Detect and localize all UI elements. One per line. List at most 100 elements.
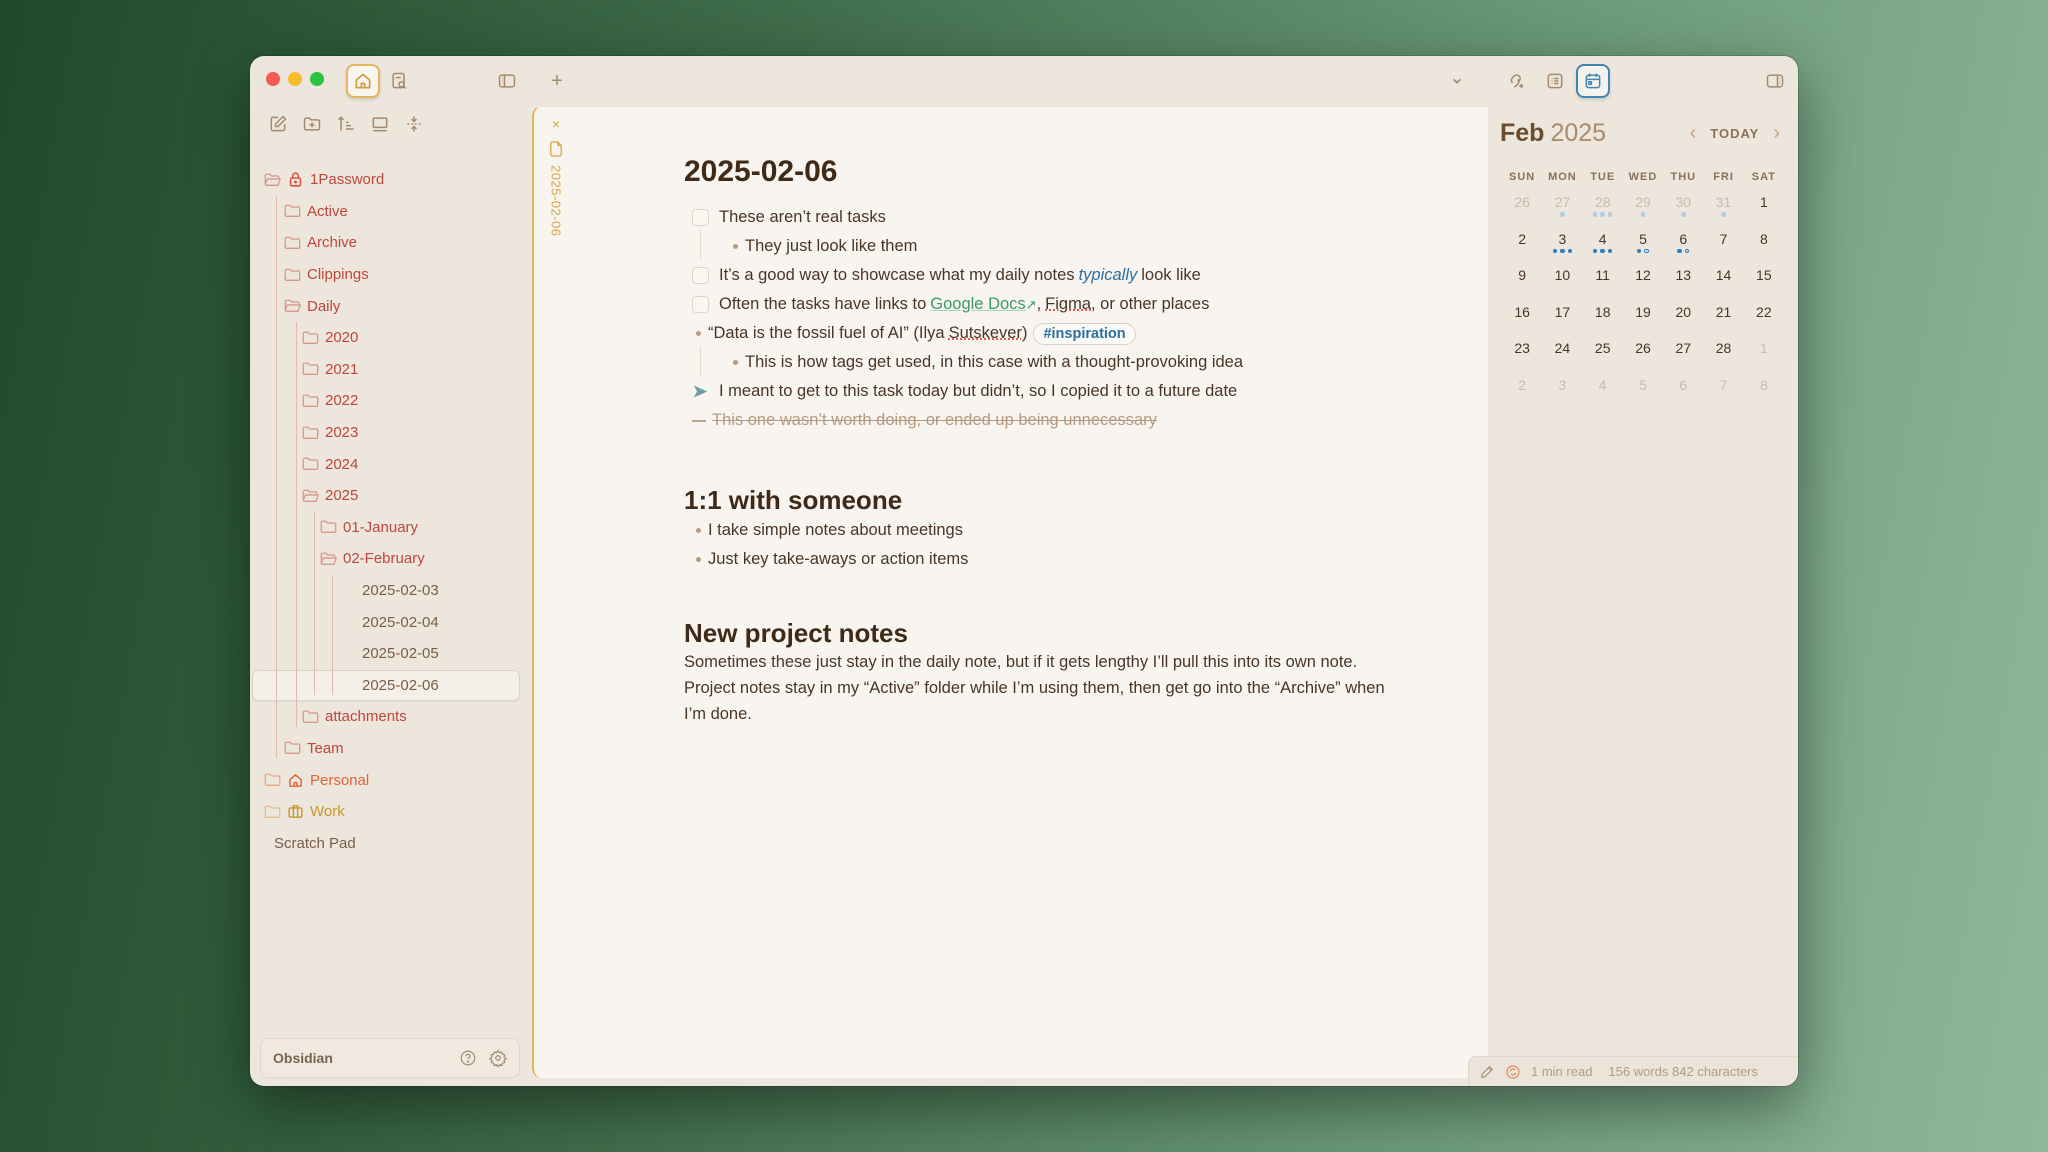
folder-item[interactable]: 2024 [264,448,520,480]
inspiration-tag[interactable]: #inspiration [1033,322,1136,345]
calendar-day[interactable]: 1 [1744,334,1784,371]
new-tab-button[interactable]: + [540,64,574,98]
calendar-day[interactable]: 18 [1583,298,1623,335]
folder-item[interactable]: Personal [264,764,520,796]
calendar-day[interactable]: 11 [1583,261,1623,298]
calendar-day[interactable]: 10 [1542,261,1582,298]
toggle-left-sidebar-button[interactable] [490,64,524,98]
backlinks-button[interactable] [1498,64,1532,98]
outline-button[interactable] [1538,64,1572,98]
folder-item[interactable]: 02-February [264,543,520,575]
chevron-left-icon[interactable]: ‹ [1690,122,1697,145]
calendar-day[interactable]: 19 [1623,298,1663,335]
calendar-day[interactable]: 27 [1542,188,1582,225]
vault-switcher[interactable]: Obsidian [273,1050,447,1066]
note-content[interactable]: 2025-02-06 These aren’t real tasks They … [684,155,1404,727]
calendar-day[interactable]: 9 [1502,261,1542,298]
calendar-day[interactable]: 27 [1663,334,1703,371]
new-folder-icon[interactable] [302,114,322,134]
calendar-day[interactable]: 2 [1502,225,1542,262]
home-button[interactable] [346,64,380,98]
calendar-day[interactable]: 7 [1703,225,1743,262]
file-item[interactable]: 2025-02-06 [252,669,520,702]
calendar-day[interactable]: 12 [1623,261,1663,298]
file-item[interactable]: 2025-02-05 [264,638,520,670]
close-tab-button[interactable]: × [552,117,560,131]
folder-item[interactable]: Clippings [264,259,520,291]
collapse-all-icon[interactable] [404,114,424,134]
chevron-right-icon[interactable]: › [1773,122,1780,145]
folder-item[interactable]: Team [264,733,520,765]
calendar-day[interactable]: 26 [1623,334,1663,371]
calendar-day[interactable]: 30 [1663,188,1703,225]
folder-item[interactable]: attachments [264,701,520,733]
sort-icon[interactable] [336,114,356,134]
folder-item[interactable]: Work [264,796,520,828]
folder-item[interactable]: 2025 [264,480,520,512]
calendar-day[interactable]: 26 [1502,188,1542,225]
folder-item[interactable]: Active [264,196,520,228]
task-checkbox[interactable] [692,296,709,313]
help-icon[interactable] [459,1049,477,1067]
today-button[interactable]: TODAY [1710,126,1759,141]
calendar-day[interactable]: 14 [1703,261,1743,298]
window-minimize-button[interactable] [288,72,302,86]
toggle-right-sidebar-button[interactable] [1758,64,1792,98]
folder-item[interactable]: Daily [264,290,520,322]
calendar-day[interactable]: 4 [1583,371,1623,408]
calendar-day[interactable]: 28 [1703,334,1743,371]
figma-link[interactable]: Figma [1045,295,1091,314]
window-close-button[interactable] [266,72,280,86]
new-note-icon[interactable] [268,114,288,134]
file-item[interactable]: 2025-02-03 [264,575,520,607]
calendar-day[interactable]: 5 [1623,371,1663,408]
calendar-day[interactable]: 13 [1663,261,1703,298]
calendar-day[interactable]: 31 [1703,188,1743,225]
search-note-button[interactable] [382,64,416,98]
pencil-icon[interactable] [1479,1064,1495,1080]
collapse-view-icon[interactable] [370,114,390,134]
file-item[interactable]: 2025-02-04 [264,606,520,638]
forwarded-arrow-icon[interactable] [692,383,709,400]
calendar-button[interactable] [1576,64,1610,98]
calendar-day[interactable]: 7 [1703,371,1743,408]
folder-item[interactable]: 2022 [264,385,520,417]
calendar-day[interactable]: 6 [1663,371,1703,408]
gear-icon[interactable] [489,1049,507,1067]
calendar-day[interactable]: 28 [1583,188,1623,225]
calendar-day[interactable]: 8 [1744,225,1784,262]
window-maximize-button[interactable] [310,72,324,86]
calendar-day[interactable]: 20 [1663,298,1703,335]
calendar-day[interactable]: 22 [1744,298,1784,335]
calendar-day[interactable]: 3 [1542,225,1582,262]
folder-item[interactable]: 2020 [264,322,520,354]
calendar-day[interactable]: 2 [1502,371,1542,408]
calendar-day[interactable]: 8 [1744,371,1784,408]
calendar-day[interactable]: 5 [1623,224,1663,262]
folder-item[interactable]: 1Password [264,164,520,196]
calendar-day[interactable]: 17 [1542,298,1582,335]
task-checkbox[interactable] [692,267,709,284]
folder-item[interactable]: Archive [264,227,520,259]
note-title[interactable]: 2025-02-06 [684,155,1404,189]
calendar-day[interactable]: 21 [1703,298,1743,335]
stacked-tab[interactable]: × 2025-02-06 [546,113,566,237]
calendar-day[interactable]: 24 [1542,334,1582,371]
folder-item[interactable]: 2021 [264,354,520,386]
task-checkbox[interactable] [692,209,709,226]
tab-list-button[interactable] [1440,64,1474,98]
folder-item[interactable]: 2023 [264,417,520,449]
calendar-day[interactable]: 3 [1542,371,1582,408]
folder-item[interactable]: 01-January [264,512,520,544]
cancelled-dash-icon[interactable] [692,419,706,422]
calendar-day[interactable]: 16 [1502,298,1542,335]
calendar-day-today[interactable]: 6 [1663,224,1703,262]
calendar-day[interactable]: 4 [1583,225,1623,262]
google-docs-link[interactable]: Google Docs [930,295,1025,314]
calendar-day[interactable]: 23 [1502,334,1542,371]
calendar-day[interactable]: 1 [1744,188,1784,225]
calendar-day[interactable]: 29 [1623,188,1663,225]
file-item[interactable]: Scratch Pad [264,827,520,859]
calendar-day[interactable]: 25 [1583,334,1623,371]
calendar-day[interactable]: 15 [1744,261,1784,298]
